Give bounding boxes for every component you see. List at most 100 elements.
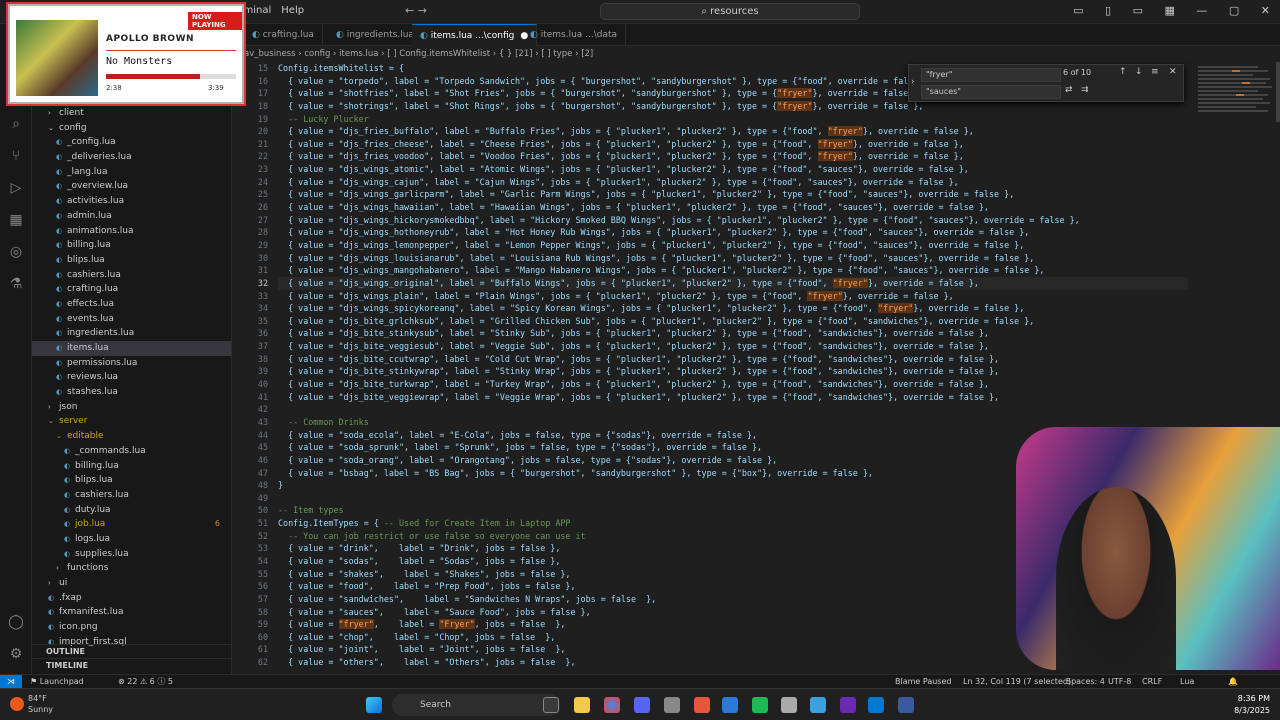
notepad-icon[interactable] — [810, 697, 826, 713]
account-icon[interactable]: ◯ — [0, 606, 32, 638]
code-line[interactable]: { value = "djs_fries_buffalo", label = "… — [278, 125, 1188, 138]
file-item[interactable]: ◐ duty.lua — [32, 503, 231, 518]
folder-item[interactable]: › ui — [32, 576, 231, 591]
obs-icon[interactable] — [840, 697, 856, 713]
code-line[interactable]: { value = "djs_wings_hothoneyrub", label… — [278, 226, 1188, 239]
code-line[interactable]: { value = "djs_bite_grlchksub", label = … — [278, 315, 1188, 328]
discord-icon[interactable] — [634, 697, 650, 713]
file-item[interactable]: ◐ permissions.lua — [32, 356, 231, 371]
folder-item[interactable]: ⌄ editable — [32, 429, 231, 444]
file-item[interactable]: ◐ supplies.lua — [32, 547, 231, 562]
file-item[interactable]: ◐ billing.lua — [32, 238, 231, 253]
blame-status[interactable]: Blame Paused — [895, 675, 951, 688]
nav-arrows[interactable]: ← → — [405, 4, 427, 17]
file-item[interactable]: ◐ _deliveries.lua — [32, 150, 231, 165]
code-line[interactable]: { value = "djs_wings_cajun", label = "Ca… — [278, 176, 1188, 189]
remote-indicator-icon[interactable]: ⋊ — [0, 675, 22, 689]
encoding-setting[interactable]: UTF-8 — [1108, 675, 1131, 688]
file-item[interactable]: ◐ billing.lua — [32, 459, 231, 474]
outline-section[interactable]: OUTLINE — [32, 644, 231, 658]
start-icon[interactable] — [366, 697, 382, 713]
system-clock[interactable]: 8:36 PM 8/3/2025 — [1234, 693, 1270, 717]
folder-item[interactable]: ⌄ server — [32, 414, 231, 429]
vscode-icon[interactable] — [868, 697, 884, 713]
problems-indicator[interactable]: ⊗ 22 ⚠ 6 ⓘ 5 — [118, 675, 173, 688]
code-line[interactable]: { value = "djs_wings_atomic", label = "A… — [278, 163, 1188, 176]
remote-explorer-icon[interactable]: ◎ — [0, 236, 32, 268]
code-line[interactable]: { value = "djs_wings_hickorysmokedbbq", … — [278, 214, 1188, 227]
command-center[interactable]: ⌕ resources — [600, 3, 860, 20]
language-mode[interactable]: Lua — [1180, 675, 1194, 688]
cursor-position[interactable]: Ln 32, Col 119 (7 selected) — [963, 675, 1071, 688]
code-line[interactable]: { value = "djs_fries_voodoo", label = "V… — [278, 150, 1188, 163]
code-line[interactable]: { value = "djs_wings_lemonpepper", label… — [278, 239, 1188, 252]
close-icon[interactable]: ✕ — [1169, 67, 1177, 77]
code-line[interactable]: { value = "djs_wings_original", label = … — [278, 276, 1188, 290]
code-line[interactable]: { value = "djs_wings_louisianarub", labe… — [278, 252, 1188, 265]
code-line[interactable]: { value = "djs_fries_cheese", label = "C… — [278, 138, 1188, 151]
find-input[interactable]: "fryer" — [921, 68, 1061, 82]
next-match-icon[interactable]: ↓ — [1135, 67, 1143, 77]
file-item[interactable]: ◐ _commands.lua — [32, 444, 231, 459]
gear-icon[interactable]: ⚙ — [0, 638, 32, 670]
run-debug-icon[interactable]: ▷ — [0, 172, 32, 204]
code-line[interactable]: { value = "djs_bite_stinkysub", label = … — [278, 327, 1188, 340]
tab-2[interactable]: ◐ items.lua ...\config ● — [412, 24, 538, 46]
app-icon-3[interactable] — [898, 697, 914, 713]
taskbar-search[interactable]: Search — [392, 694, 560, 716]
code-line[interactable]: { value = "djs_wings_garlicparm", label … — [278, 188, 1188, 201]
file-item[interactable]: ◐ animations.lua — [32, 224, 231, 239]
folder-item[interactable]: ⌄ config — [32, 121, 231, 136]
indent-setting[interactable]: Spaces: 4 — [1066, 675, 1105, 688]
file-item[interactable]: ◐ cashiers.lua — [32, 488, 231, 503]
settings-icon[interactable] — [781, 697, 797, 713]
snipping-tool-icon[interactable] — [664, 697, 680, 713]
file-item[interactable]: ◐ _lang.lua — [32, 165, 231, 180]
eol-setting[interactable]: CRLF — [1142, 675, 1162, 688]
file-item[interactable]: ◐ activities.lua — [32, 194, 231, 209]
folder-item[interactable]: › functions — [32, 561, 231, 576]
menu-item-help[interactable]: Help — [281, 5, 304, 16]
tab-3[interactable]: ◐ items.lua ...\data — [522, 24, 627, 46]
weather-widget[interactable]: 84°F Sunny — [28, 693, 53, 715]
file-item[interactable]: ◐ ingredients.lua — [32, 326, 231, 341]
file-item[interactable]: ◐ effects.lua — [32, 297, 231, 312]
code-line[interactable]: -- Lucky Plucker — [278, 113, 1188, 126]
code-line[interactable]: { value = "djs_wings_spicykoreanq", labe… — [278, 302, 1188, 315]
file-item[interactable]: ◐ items.lua — [32, 341, 231, 356]
file-item[interactable]: ◐ blips.lua — [32, 473, 231, 488]
app-icon[interactable] — [694, 697, 710, 713]
window-controls[interactable]: ▭ ▯ ▭ ▦ — ▢ ✕ — [1073, 4, 1270, 17]
file-item[interactable]: ◐ blips.lua — [32, 253, 231, 268]
app-icon-2[interactable] — [722, 697, 738, 713]
code-line[interactable]: { value = "djs_bite_veggiewrap", label =… — [278, 391, 1188, 404]
file-item[interactable]: ◐ stashes.lua — [32, 385, 231, 400]
launchpad-button[interactable]: ⚑ Launchpad — [30, 675, 84, 688]
file-item[interactable]: ◐ _config.lua — [32, 135, 231, 150]
file-item[interactable]: ◐ logs.lua — [32, 532, 231, 547]
code-line[interactable]: { value = "djs_bite_stinkywrap", label =… — [278, 365, 1188, 378]
code-line[interactable]: { value = "djs_wings_plain", label = "Pl… — [278, 290, 1188, 303]
code-line[interactable]: { value = "djs_wings_hawaiian", label = … — [278, 201, 1188, 214]
file-item[interactable]: ◐ crafting.lua — [32, 282, 231, 297]
folder-item[interactable]: › client — [32, 106, 231, 121]
file-item[interactable]: ◐ job.lua 6 — [32, 517, 231, 532]
testing-icon[interactable]: ⚗ — [0, 268, 32, 300]
previous-match-icon[interactable]: ↑ — [1119, 67, 1127, 77]
code-line[interactable]: { value = "djs_wings_mangohabanero", lab… — [278, 264, 1188, 277]
tab-0[interactable]: ◐ crafting.lua — [244, 24, 323, 46]
file-item[interactable]: ◐ admin.lua — [32, 209, 231, 224]
search-icon[interactable]: ⌕ — [0, 108, 32, 140]
replace-input[interactable]: "sauces" — [921, 85, 1061, 99]
tab-1[interactable]: ◐ ingredients.lua — [328, 24, 423, 46]
file-item[interactable]: ◐ icon.png — [32, 620, 231, 635]
replace-all-icon[interactable]: ⇉ — [1081, 85, 1089, 95]
file-explorer-icon[interactable] — [574, 697, 590, 713]
code-line[interactable]: { value = "djs_bite_turkwrap", label = "… — [278, 378, 1188, 391]
code-line[interactable]: { value = "djs_bite_veggiesub", label = … — [278, 340, 1188, 353]
file-item[interactable]: ◐ events.lua — [32, 312, 231, 327]
toggle-replace-icon[interactable]: › — [911, 77, 915, 87]
replace-icon[interactable]: ⇄ — [1065, 85, 1073, 95]
file-item[interactable]: ◐ .fxap — [32, 591, 231, 606]
file-item[interactable]: ◐ cashiers.lua — [32, 268, 231, 283]
